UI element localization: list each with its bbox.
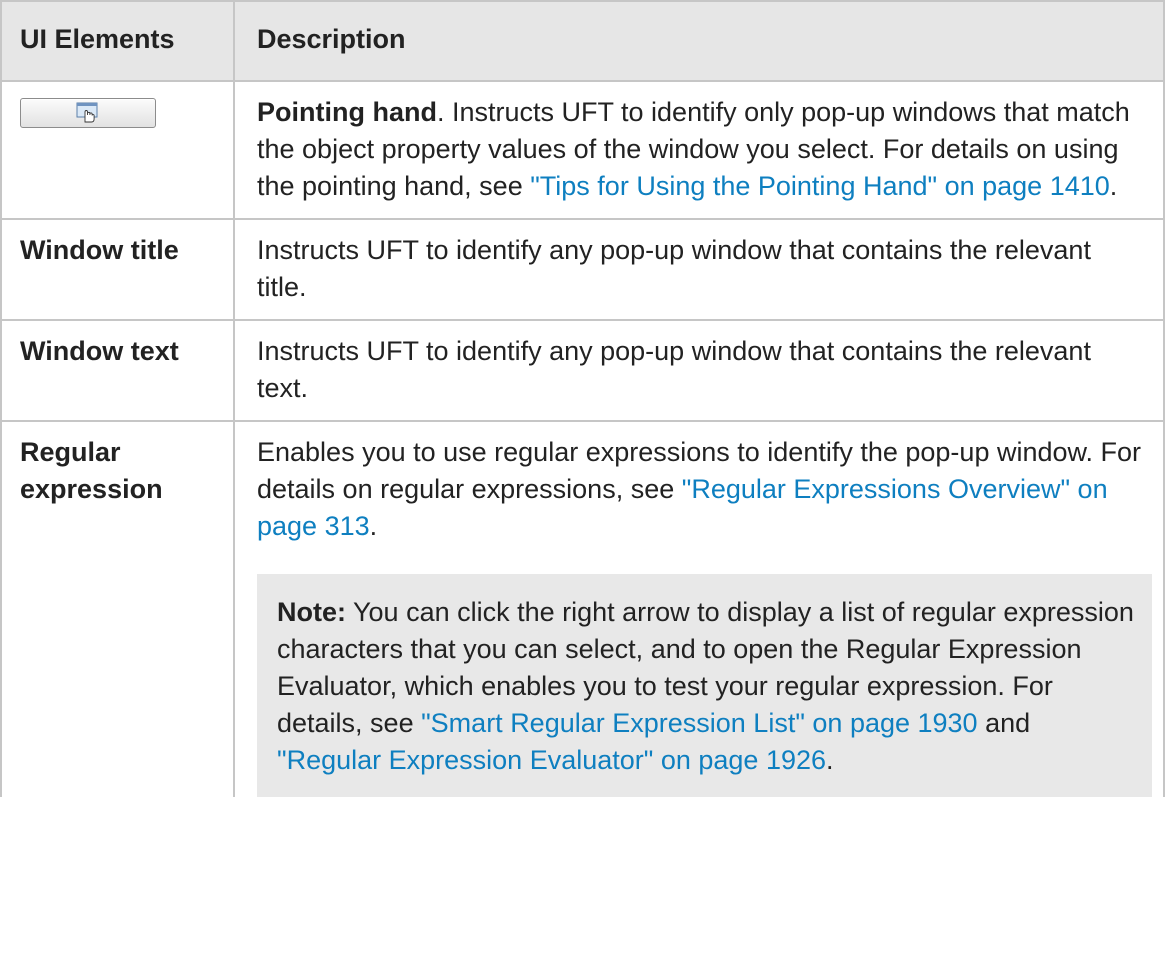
pointing-hand-button[interactable]: [20, 98, 156, 128]
regular-expression-description: Enables you to use regular expressions t…: [233, 420, 1165, 797]
pointing-hand-link[interactable]: "Tips for Using the Pointing Hand" on pa…: [530, 171, 1110, 201]
table-row-pointing-hand: Pointing hand. Instructs UFT to identify…: [0, 80, 1165, 220]
smart-regex-list-link[interactable]: "Smart Regular Expression List" on page …: [421, 708, 977, 738]
table-row-window-text: Window text Instructs UFT to identify an…: [0, 319, 1165, 422]
table-header-row: UI Elements Description: [0, 0, 1165, 82]
note-text-between: and: [977, 708, 1031, 738]
window-title-description: Instructs UFT to identify any pop-up win…: [233, 218, 1165, 321]
pointing-hand-description: Pointing hand. Instructs UFT to identify…: [233, 80, 1165, 220]
window-text-name: Window text: [0, 319, 235, 422]
pointing-hand-icon: [76, 102, 98, 123]
window-text-description: Instructs UFT to identify any pop-up win…: [233, 319, 1165, 422]
header-ui-elements: UI Elements: [0, 0, 235, 82]
window-title-name: Window title: [0, 218, 235, 321]
regular-expression-name: Regular expression: [0, 420, 235, 797]
note-label: Note:: [277, 597, 346, 627]
table-row-regular-expression: Regular expression Enables you to use re…: [0, 420, 1165, 797]
pointing-hand-term: Pointing hand: [257, 97, 437, 127]
table-row-window-title: Window title Instructs UFT to identify a…: [0, 218, 1165, 321]
note-box: Note: You can click the right arrow to d…: [257, 574, 1152, 797]
regular-expression-paragraph: Enables you to use regular expressions t…: [257, 434, 1141, 545]
pointing-hand-cell: [0, 80, 235, 220]
ui-elements-table: UI Elements Description Pointing hand. I…: [0, 0, 1165, 797]
regex-evaluator-link[interactable]: "Regular Expression Evaluator" on page 1…: [277, 745, 826, 775]
regular-expression-text-end: .: [369, 511, 378, 541]
pointing-hand-text-end: .: [1109, 171, 1118, 201]
header-description: Description: [233, 0, 1165, 82]
note-text-end: .: [826, 745, 834, 775]
